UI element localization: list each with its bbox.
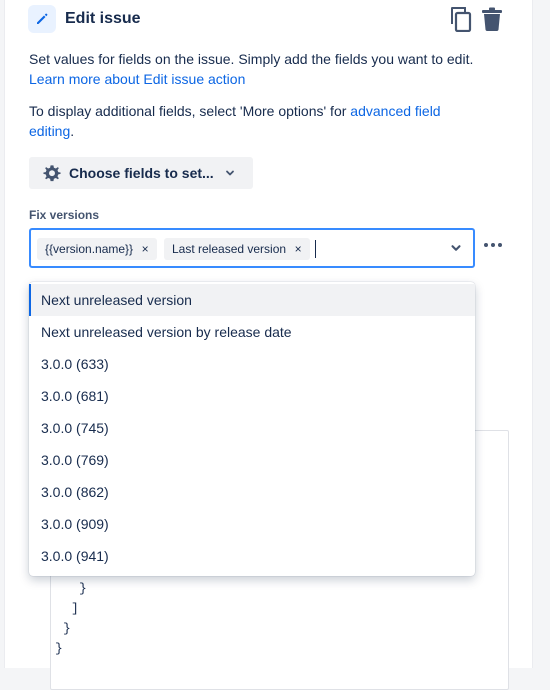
code-line: } <box>79 581 87 596</box>
learn-more-link[interactable]: Learn more about Edit issue action <box>29 71 245 87</box>
advanced-hint-text: To display additional fields, select 'Mo… <box>29 101 489 141</box>
more-options-icon[interactable] <box>480 233 506 257</box>
version-tag-label: {{version.name}} <box>45 242 134 256</box>
version-tag: {{version.name}} × <box>37 238 158 260</box>
dropdown-option[interactable]: 3.0.0 (769) <box>29 444 475 476</box>
code-line: } <box>63 621 71 636</box>
trash-icon[interactable] <box>481 7 503 31</box>
fix-versions-label: Fix versions <box>29 208 100 222</box>
dropdown-option[interactable]: Next unreleased version <box>29 284 475 316</box>
action-header: Edit issue <box>28 4 508 34</box>
fix-versions-select[interactable]: {{version.name}} × Last released version… <box>29 228 475 268</box>
dropdown-option[interactable]: 3.0.0 (862) <box>29 476 475 508</box>
description-text: Set values for fields on the issue. Simp… <box>29 49 489 89</box>
version-tag-label: Last released version <box>172 242 287 256</box>
versions-dropdown-menu: Next unreleased version Next unreleased … <box>29 282 475 576</box>
code-line: } <box>55 641 63 656</box>
dropdown-option[interactable]: Next unreleased version by release date <box>29 316 475 348</box>
description-line1: Set values for fields on the issue. Simp… <box>29 51 474 67</box>
remove-tag-icon[interactable]: × <box>290 241 306 257</box>
code-line: ] <box>71 601 79 616</box>
copy-icon[interactable] <box>450 6 472 33</box>
dropdown-option[interactable]: 3.0.0 (745) <box>29 412 475 444</box>
version-tag: Last released version × <box>164 238 311 260</box>
choose-fields-label: Choose fields to set... <box>69 165 214 181</box>
pencil-icon <box>28 5 56 33</box>
dropdown-option[interactable]: 3.0.0 (681) <box>29 380 475 412</box>
chevron-down-icon[interactable] <box>449 241 463 255</box>
chevron-down-icon <box>224 167 236 179</box>
remove-tag-icon[interactable]: × <box>137 241 153 257</box>
dropdown-option[interactable]: 3.0.0 (633) <box>29 348 475 380</box>
choose-fields-button[interactable]: Choose fields to set... <box>29 157 253 189</box>
action-title: Edit issue <box>65 10 141 27</box>
dropdown-option[interactable]: 3.0.0 (941) <box>29 540 475 572</box>
advanced-hint-period: . <box>70 123 75 139</box>
dropdown-option[interactable]: 3.0.0 (909) <box>29 508 475 540</box>
text-caret[interactable] <box>315 240 316 258</box>
advanced-hint-line: To display additional fields, select 'Mo… <box>29 103 347 119</box>
gear-icon <box>43 164 61 182</box>
